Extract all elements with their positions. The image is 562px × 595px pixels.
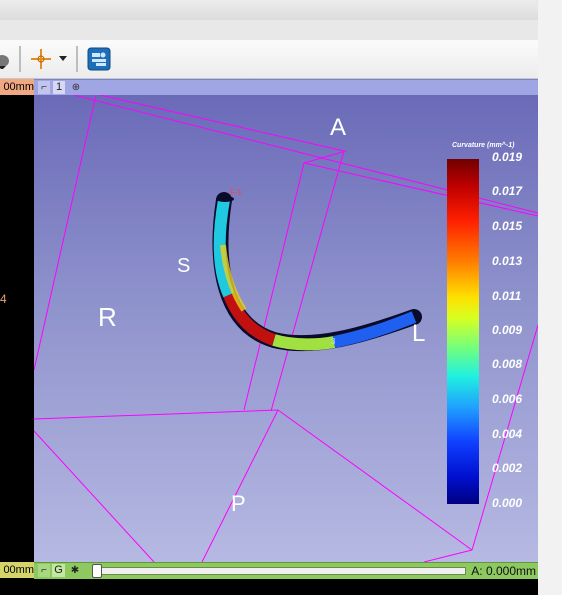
colorbar-label: 0.009: [492, 323, 523, 337]
toolbar-partial-button[interactable]: [0, 47, 12, 71]
window-edge: [538, 0, 562, 595]
curve-start-label: F-1: [230, 188, 242, 197]
slice-offset-slider[interactable]: [94, 567, 466, 575]
center-view-button[interactable]: ⊕: [70, 81, 82, 94]
slice-offset-value: A: 0.000mm: [471, 564, 536, 578]
colorbar-label: 0.013: [492, 254, 523, 268]
left-label: L: [412, 320, 426, 347]
toolbar-separator: [19, 46, 21, 72]
slice-slider-handle[interactable]: [92, 564, 102, 578]
pin-button[interactable]: ⌐: [38, 81, 50, 94]
colorbar-label: 0.019: [492, 150, 523, 164]
toolbar-separator: [76, 46, 78, 72]
superior-label: S: [177, 255, 191, 277]
left-side-number: 4: [0, 292, 7, 306]
curve-mid-label: 3: [331, 337, 336, 346]
main-toolbar: [0, 40, 538, 79]
colorbar-label: 0.017: [492, 184, 523, 198]
crosshair-button[interactable]: [28, 47, 68, 71]
colorbar-gradient: [447, 159, 479, 504]
right-label: R: [98, 302, 117, 332]
partial-tool-icon: [0, 55, 9, 69]
colorbar-label: 0.006: [492, 392, 523, 406]
lower-view-area: [34, 579, 538, 595]
window-titlebar: [0, 0, 538, 20]
colorbar-label: 0.002: [492, 461, 523, 475]
slice-controller-bar: ⌐ G ✱ A: 0.000mm: [34, 562, 538, 579]
extensions-icon: [87, 47, 111, 71]
slice-group-button[interactable]: G: [52, 564, 65, 577]
view-controller-bar: ⌐ 1 ⊕: [34, 79, 538, 96]
crosshair-icon: [31, 49, 67, 69]
colorbar-label: 0.011: [492, 289, 522, 303]
view-number-button[interactable]: 1: [53, 81, 65, 94]
colorbar-label: 0.015: [492, 219, 523, 233]
3d-view[interactable]: F-1 3 A S R L P Curvature (mm^-1) 0.019 …: [34, 95, 538, 562]
left-bottom-offset-label: 00mm: [0, 562, 34, 578]
slice-pin-button[interactable]: ⌐: [38, 564, 50, 577]
slice-options-icon[interactable]: ✱: [68, 564, 82, 577]
left-offset-label: 00mm: [0, 79, 34, 95]
anterior-label: A: [330, 114, 347, 141]
colorbar-label: 0.004: [492, 427, 523, 441]
colorbar-label: 0.008: [492, 357, 523, 371]
extensions-button[interactable]: [86, 47, 112, 71]
left-view-strip: 00mm 4 00mm: [0, 79, 34, 595]
colorbar-title: Curvature (mm^-1): [452, 142, 515, 149]
colorbar-label: 0.000: [492, 496, 523, 510]
posterior-label: P: [231, 491, 246, 516]
